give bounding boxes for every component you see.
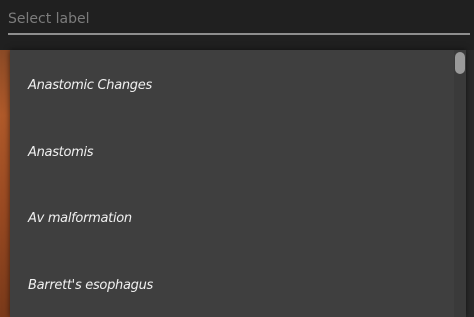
dropdown-option[interactable]: Anastomis (10, 119, 456, 185)
background-image-edge (0, 48, 10, 317)
label-dropdown-list: Anastomic Changes Anastomis Av malformat… (10, 50, 466, 317)
background-edge-right (466, 48, 474, 317)
dropdown-option[interactable]: Av malformation (10, 185, 456, 251)
scrollbar-thumb[interactable] (455, 52, 465, 74)
label-search-input[interactable] (6, 6, 468, 32)
dropdown-scrollbar[interactable] (454, 50, 466, 317)
dropdown-option[interactable]: Barrett's esophagus (10, 252, 456, 317)
label-picker: Anastomic Changes Anastomis Av malformat… (0, 0, 474, 317)
search-bar (0, 0, 474, 50)
dropdown-option[interactable]: Anastomic Changes (10, 52, 456, 118)
search-underline (8, 33, 470, 35)
